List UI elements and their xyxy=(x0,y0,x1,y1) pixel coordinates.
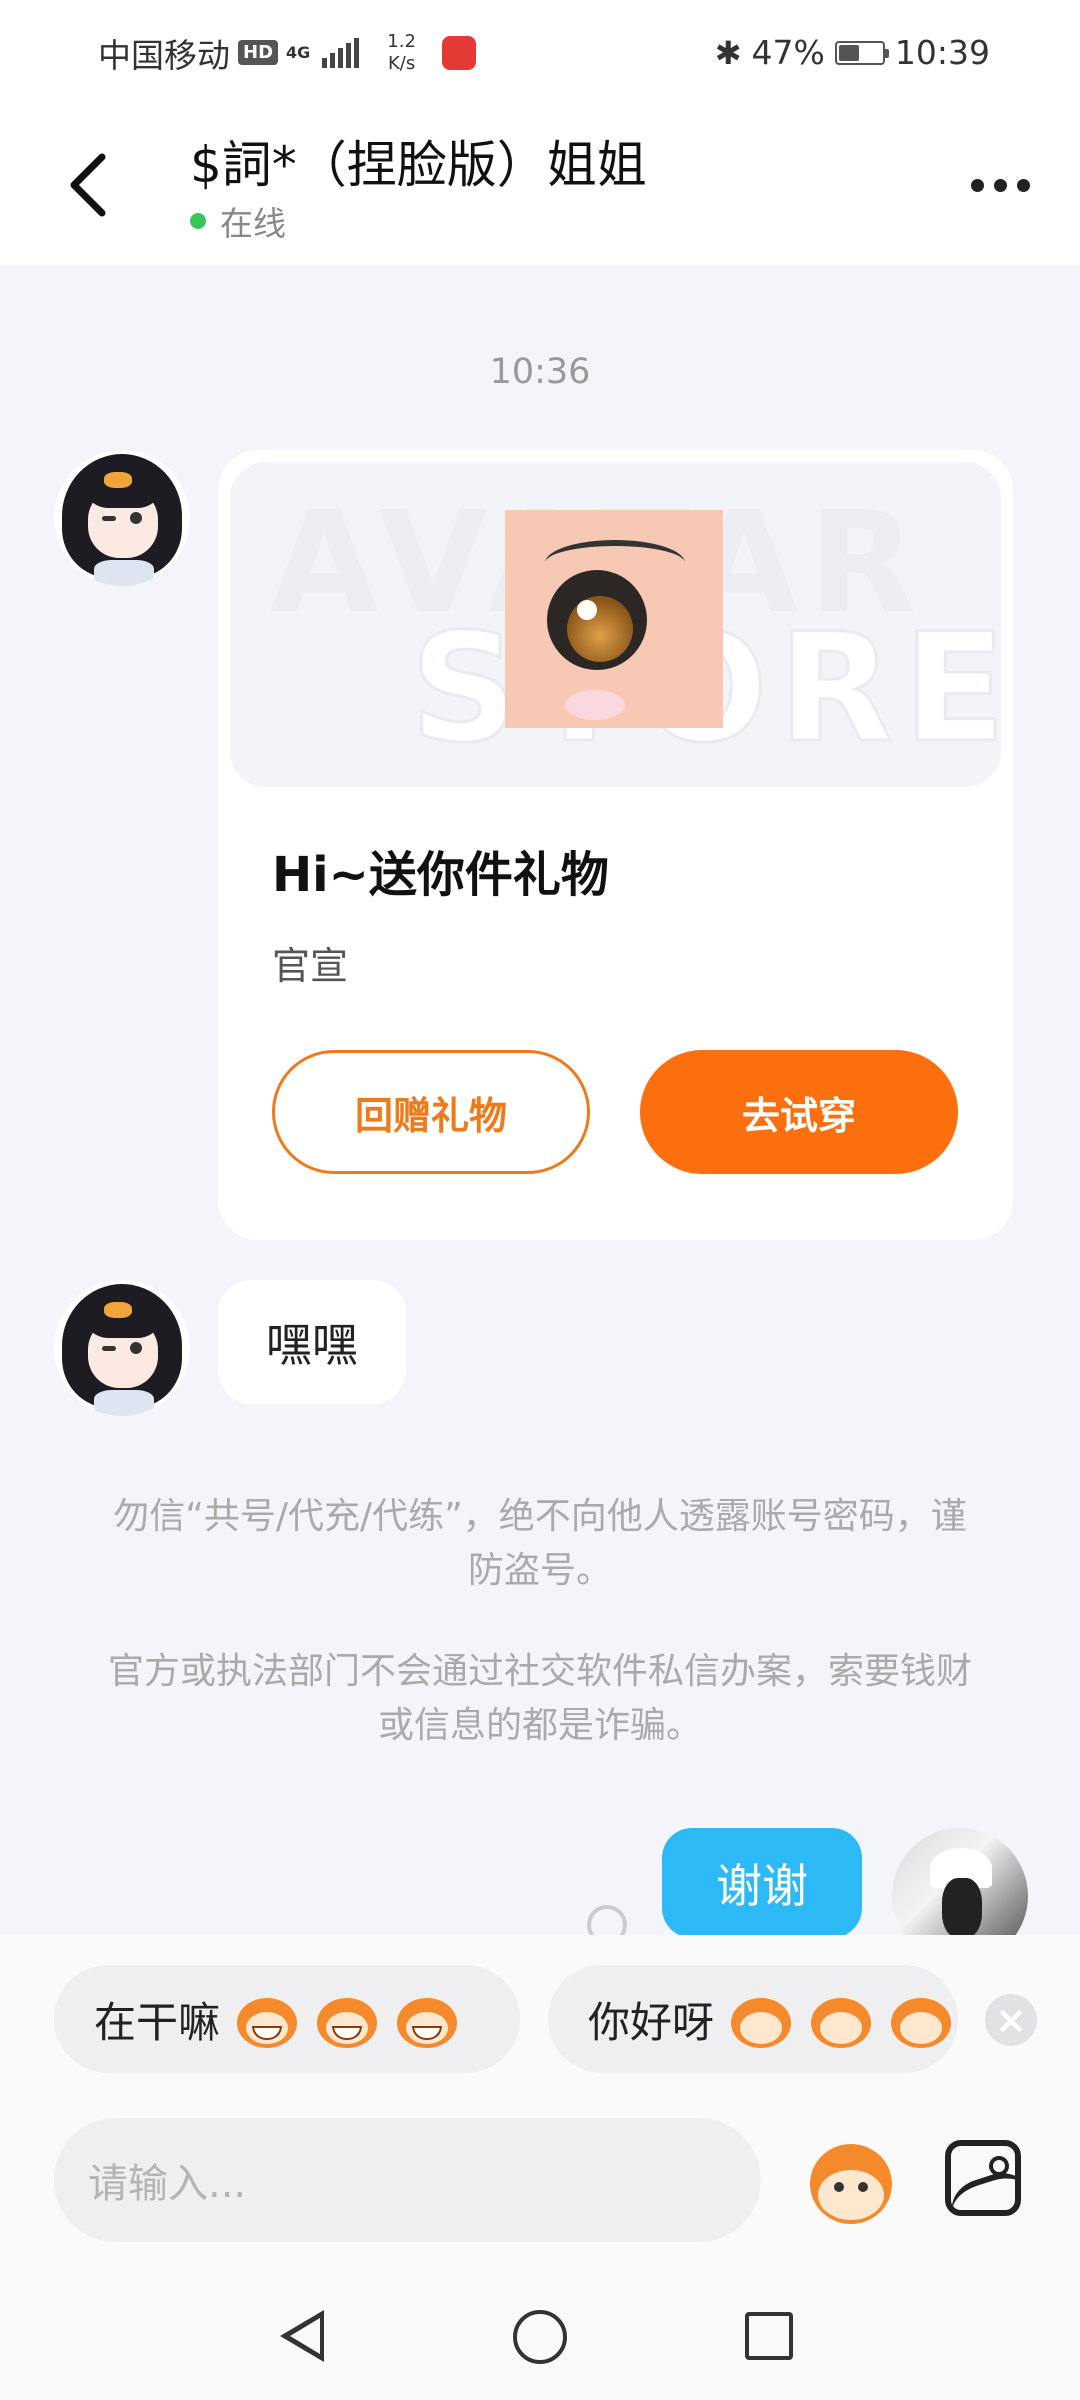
online-dot-icon xyxy=(190,213,206,229)
bluetooth-icon: ✱ xyxy=(714,33,742,72)
gift-card-title: Hi~送你件礼物 xyxy=(272,847,609,903)
contact-avatar[interactable] xyxy=(54,1280,190,1416)
network-speed-unit: K/s xyxy=(387,52,416,74)
signal-icon xyxy=(322,37,360,68)
network-speed-value: 1.2 xyxy=(387,30,416,52)
wow-emoji-icon xyxy=(888,1990,954,2048)
message-timestamp: 10:36 xyxy=(489,352,591,392)
message-input[interactable]: 请输入... xyxy=(54,2118,761,2242)
image-picker-icon[interactable] xyxy=(945,2140,1021,2216)
hd-badge: HD xyxy=(238,40,279,65)
online-status: 在线 xyxy=(190,197,286,245)
gift-eye-artwork xyxy=(505,510,723,728)
close-quick-replies-icon[interactable]: × xyxy=(985,1994,1037,2046)
outgoing-message-bubble[interactable]: 谢谢 xyxy=(662,1828,862,1938)
online-status-label: 在线 xyxy=(220,204,286,243)
security-notice-2: 官方或执法部门不会通过社交软件私信办案，索要钱财或信息的都是诈骗。 xyxy=(107,1651,972,1746)
clock: 10:39 xyxy=(894,33,990,72)
battery-fill xyxy=(838,44,859,61)
emoji-mascot-icon[interactable] xyxy=(800,2140,900,2230)
system-nav-bar xyxy=(0,2280,1080,2400)
quick-reply-text: 你好呀 xyxy=(588,1997,715,2047)
status-bar: 中国移动 HD 4G 1.2 K/s ✱ 47% 10:39 xyxy=(0,0,1080,105)
grin-emoji-icon xyxy=(314,1990,380,2048)
quick-reply-chip[interactable]: 在干嘛 xyxy=(54,1965,520,2073)
contact-name: $詞*（捏脸版）姐姐 xyxy=(190,136,647,194)
nav-recents-icon[interactable] xyxy=(745,2312,793,2360)
quick-reply-text: 在干嘛 xyxy=(94,1997,221,2047)
quick-reply-chip[interactable]: 你好呀 xyxy=(548,1965,958,2073)
incoming-message-bubble[interactable]: 嘿嘿 xyxy=(218,1280,406,1404)
more-options-icon[interactable] xyxy=(960,160,1040,210)
network-type-label: 4G xyxy=(286,43,311,62)
nav-back-icon[interactable] xyxy=(280,2310,324,2362)
battery-percent: 47% xyxy=(751,33,825,72)
gift-card-subtitle: 官宣 xyxy=(272,944,349,988)
battery-icon xyxy=(834,40,889,65)
return-gift-button[interactable]: 回赠礼物 xyxy=(272,1050,590,1174)
wow-emoji-icon xyxy=(808,1990,874,2048)
nav-home-icon[interactable] xyxy=(513,2310,567,2364)
chat-header: $詞*（捏脸版）姐姐 在线 xyxy=(0,105,1080,265)
network-speed: 1.2 K/s xyxy=(387,31,416,75)
try-on-button[interactable]: 去试穿 xyxy=(640,1050,958,1174)
carrier-label: 中国移动 xyxy=(98,35,230,75)
app-store-icon xyxy=(441,35,476,70)
wow-emoji-icon xyxy=(728,1990,794,2048)
contact-avatar[interactable] xyxy=(54,450,190,586)
security-notice-1: 勿信“共号/代充/代练”，绝不向他人透露账号密码，谨防盗号。 xyxy=(113,1496,967,1591)
grin-emoji-icon xyxy=(394,1990,460,2048)
back-arrow-icon[interactable] xyxy=(60,145,120,225)
grin-emoji-icon xyxy=(234,1990,300,2048)
